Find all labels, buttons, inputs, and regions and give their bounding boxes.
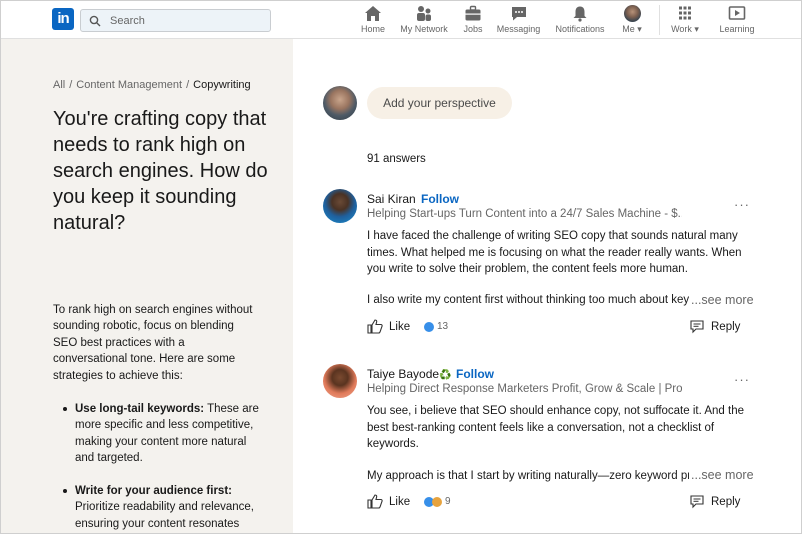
reply-icon <box>690 495 704 509</box>
thumbs-up-icon <box>367 319 383 334</box>
nav-my-network-label: My Network <box>400 24 448 34</box>
nav-notifications-label: Notifications <box>555 24 605 34</box>
insightful-reaction-icon <box>432 496 442 507</box>
question-panel: All / Content Management / Copywriting You'r… <box>1 39 293 533</box>
breadcrumb-separator: / <box>186 79 190 91</box>
search-input[interactable] <box>110 12 260 29</box>
nav-work[interactable]: Work ▾ <box>668 5 702 35</box>
chevron-down-icon: ▾ <box>634 24 642 34</box>
strategy-bullet: Write for your audience first: Prioritiz… <box>63 483 263 532</box>
reply-button[interactable]: Reply <box>689 494 740 509</box>
like-reaction-icon <box>424 321 434 332</box>
nav-me-label: Me <box>622 24 635 34</box>
chat-icon <box>511 7 526 21</box>
page: in Home My Network Jobs Messaging Notifi… <box>0 0 802 534</box>
breadcrumb-content-management[interactable]: Content Management <box>76 79 182 91</box>
answer-body: I have faced the challenge of writing SE… <box>367 230 742 276</box>
nav-notifications[interactable]: Notifications <box>554 5 606 35</box>
nav-divider <box>659 5 660 35</box>
like-button[interactable]: Like <box>367 319 410 334</box>
bullet-dot <box>63 489 67 493</box>
search-icon <box>89 15 101 27</box>
answer-author-name[interactable]: Sai Kiran <box>367 192 416 206</box>
nav-learning-label: Learning <box>719 24 755 34</box>
reply-icon <box>690 320 704 334</box>
reply-label: Reply <box>711 495 741 508</box>
see-more-link[interactable]: ...see more <box>689 468 754 482</box>
more-options-icon[interactable]: ··· <box>734 372 750 387</box>
question-title: You're crafting copy that needs to rank … <box>53 108 268 234</box>
add-perspective-button[interactable]: Add your perspective <box>367 87 512 119</box>
reactions-count: 9 <box>445 496 451 507</box>
bullet-text: Prioritize readability and relevance, en… <box>75 501 254 530</box>
breadcrumb: All / Content Management / Copywriting <box>53 79 251 91</box>
bullet-heading: Write for your audience first: <box>75 485 232 497</box>
top-nav: in Home My Network Jobs Messaging Notifi… <box>1 1 801 39</box>
nav-jobs[interactable]: Jobs <box>461 5 485 35</box>
linkedin-logo-icon[interactable]: in <box>52 8 74 30</box>
answer-author-headline: Helping Start-ups Turn Content into a 24… <box>367 208 682 220</box>
nav-jobs-label: Jobs <box>463 24 483 34</box>
answer-author-name[interactable]: Taiye Bayode <box>367 367 439 381</box>
nav-work-label: Work <box>671 24 692 34</box>
breadcrumb-all[interactable]: All <box>53 79 65 91</box>
answer-avatar[interactable] <box>323 364 357 398</box>
reactions-summary[interactable]: 9 <box>424 496 451 507</box>
reply-label: Reply <box>711 320 741 333</box>
question-intro: To rank high on search engines without s… <box>53 304 253 382</box>
more-options-icon[interactable]: ··· <box>734 197 750 212</box>
nav-messaging[interactable]: Messaging <box>496 5 541 35</box>
reactions-count: 13 <box>437 321 449 332</box>
answer-author-headline: Helping Direct Response Marketers Profit… <box>367 383 682 395</box>
nav-my-network[interactable]: My Network <box>399 5 449 35</box>
answers-count: 91 answers <box>367 153 426 165</box>
chevron-down-icon: ▾ <box>691 24 699 34</box>
see-more-link[interactable]: ...see more <box>689 293 754 307</box>
bullet-dot <box>63 407 67 411</box>
recycle-badge-icon: ♻️ <box>439 370 452 381</box>
reply-button[interactable]: Reply <box>689 319 740 334</box>
network-icon <box>417 6 431 21</box>
my-avatar[interactable] <box>323 86 357 120</box>
bullet-heading: Use long-tail keywords: <box>75 403 205 415</box>
breadcrumb-separator: / <box>69 79 73 91</box>
bell-icon <box>573 6 587 22</box>
answer-avatar[interactable] <box>323 189 357 223</box>
briefcase-icon <box>465 5 481 21</box>
search-box[interactable] <box>80 9 271 32</box>
reactions-summary[interactable]: 13 <box>424 321 448 332</box>
me-avatar <box>623 5 641 22</box>
thumbs-up-icon <box>367 494 383 509</box>
breadcrumb-copywriting[interactable]: Copywriting <box>193 79 250 91</box>
nav-me[interactable]: Me ▾ <box>618 5 646 35</box>
like-button[interactable]: Like <box>367 494 410 509</box>
nav-home-label: Home <box>360 24 385 34</box>
nav-messaging-label: Messaging <box>496 24 541 34</box>
strategy-bullet: Use long-tail keywords: These are more s… <box>63 401 263 467</box>
learning-icon <box>728 6 746 20</box>
like-label: Like <box>389 495 411 508</box>
nav-home[interactable]: Home <box>359 5 387 35</box>
like-label: Like <box>389 320 411 333</box>
answer-body: You see, i believe that SEO should enhan… <box>367 405 744 451</box>
follow-button[interactable]: Follow <box>421 192 459 206</box>
follow-button[interactable]: Follow <box>456 367 494 381</box>
grid-icon <box>679 6 691 20</box>
home-icon <box>365 6 381 21</box>
nav-learning[interactable]: Learning <box>717 5 757 35</box>
